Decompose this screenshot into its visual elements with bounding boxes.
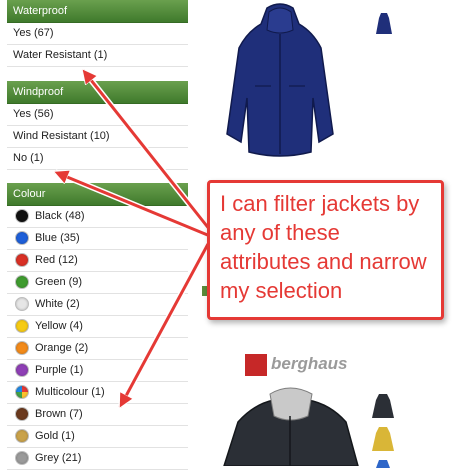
filter-option-waterproof-yes[interactable]: Yes (67) xyxy=(7,23,188,45)
filter-option-wind-resistant[interactable]: Wind Resistant (10) xyxy=(7,126,188,148)
filter-option-windproof-yes[interactable]: Yes (56) xyxy=(7,104,188,126)
colour-label: Blue (35) xyxy=(35,232,80,244)
jacket-thumbnail-black[interactable] xyxy=(372,392,394,420)
swatch-icon xyxy=(15,341,29,356)
filter-option-water-resistant[interactable]: Water Resistant (1) xyxy=(7,45,188,67)
colour-label: White (2) xyxy=(35,298,80,310)
colour-label: Black (48) xyxy=(35,210,85,222)
filter-option-colour[interactable]: Orange (2) xyxy=(7,338,188,360)
colour-list: Black (48) Blue (35) Red (12) Green (9) … xyxy=(7,206,188,470)
colour-label: Multicolour (1) xyxy=(35,386,105,398)
annotation-callout: I can filter jackets by any of these att… xyxy=(207,180,444,320)
colour-header[interactable]: Colour xyxy=(7,183,188,206)
swatch-icon xyxy=(15,275,29,290)
colour-label: Green (9) xyxy=(35,276,83,288)
filter-option-colour[interactable]: White (2) xyxy=(7,294,188,316)
filter-option-colour[interactable]: Brown (7) xyxy=(7,404,188,426)
swatch-icon xyxy=(15,385,29,400)
colour-label: Purple (1) xyxy=(35,364,84,376)
colour-label: Gold (1) xyxy=(35,430,75,442)
brand-name: berghaus xyxy=(271,354,348,373)
filter-option-colour[interactable]: Black (48) xyxy=(7,206,188,228)
waterproof-header[interactable]: Waterproof xyxy=(7,0,188,23)
filter-option-colour[interactable]: Red (12) xyxy=(7,250,188,272)
swatch-icon xyxy=(15,231,29,246)
colour-label: Yellow (4) xyxy=(35,320,83,332)
brand-logo: berghaus xyxy=(245,352,357,378)
swatch-icon xyxy=(15,209,29,224)
jacket-thumbnail-yellow[interactable] xyxy=(372,425,394,453)
filter-option-colour[interactable]: Purple (1) xyxy=(7,360,188,382)
berghaus-logo-icon xyxy=(245,354,267,376)
windproof-header[interactable]: Windproof xyxy=(7,81,188,104)
jacket-thumbnail-blue[interactable] xyxy=(372,458,394,468)
colour-label: Grey (21) xyxy=(35,452,82,464)
jacket-thumbnail[interactable] xyxy=(376,12,392,36)
swatch-icon xyxy=(15,451,29,466)
jacket-product-image-2[interactable] xyxy=(218,386,363,466)
filter-sidebar: Waterproof Yes (67) Water Resistant (1) … xyxy=(7,0,188,470)
swatch-icon xyxy=(15,429,29,444)
filter-option-colour[interactable]: Multicolour (1) xyxy=(7,382,188,404)
filter-option-windproof-no[interactable]: No (1) xyxy=(7,148,188,170)
swatch-icon xyxy=(15,297,29,312)
swatch-icon xyxy=(15,363,29,378)
colour-label: Brown (7) xyxy=(35,408,83,420)
filter-option-colour[interactable]: Blue (35) xyxy=(7,228,188,250)
swatch-icon xyxy=(15,253,29,268)
filter-option-colour[interactable]: Grey (21) xyxy=(7,448,188,470)
swatch-icon xyxy=(15,407,29,422)
swatch-icon xyxy=(15,319,29,334)
colour-label: Red (12) xyxy=(35,254,78,266)
filter-option-colour[interactable]: Yellow (4) xyxy=(7,316,188,338)
filter-option-colour[interactable]: Green (9) xyxy=(7,272,188,294)
jacket-product-image[interactable] xyxy=(225,2,335,162)
filter-option-colour[interactable]: Gold (1) xyxy=(7,426,188,448)
colour-label: Orange (2) xyxy=(35,342,89,354)
